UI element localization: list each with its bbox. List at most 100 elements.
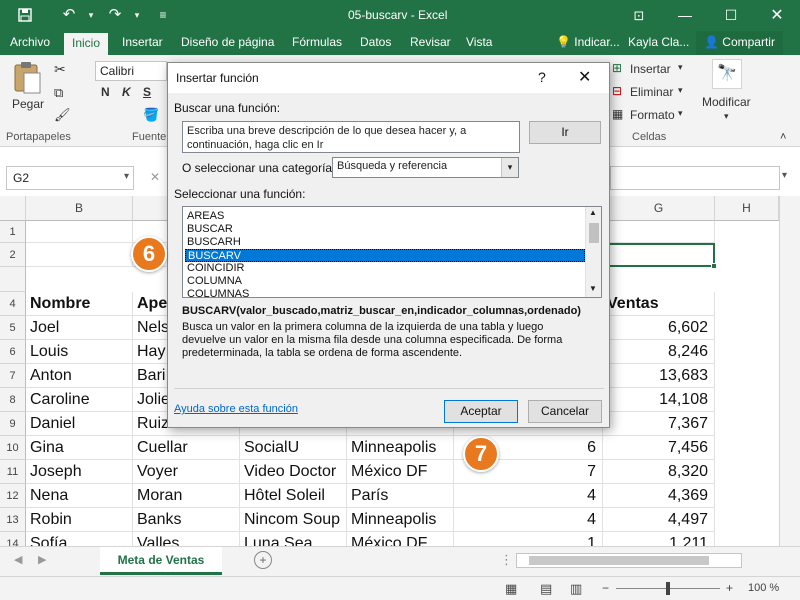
table-cell[interactable]: Robin [26, 508, 133, 532]
page-layout-view-icon[interactable]: ▤ [540, 581, 552, 597]
undo-icon[interactable]: ↶ [58, 4, 80, 26]
ribbon-display-icon[interactable]: ⊡ [616, 0, 662, 31]
table-cell[interactable]: México DF [347, 460, 454, 484]
new-sheet-icon[interactable]: + [254, 551, 272, 569]
table-cell[interactable]: 7,456 [603, 436, 715, 460]
row-header-8[interactable]: 8 [0, 388, 26, 412]
table-cell[interactable]: París [347, 484, 454, 508]
expand-formula-bar-icon[interactable]: ▾ [782, 170, 787, 181]
table-cell[interactable]: Joseph [26, 460, 133, 484]
dialog-close-icon[interactable]: ✕ [578, 67, 591, 87]
zoom-level[interactable]: 100 % [748, 582, 779, 594]
save-icon[interactable] [14, 4, 36, 26]
table-cell[interactable]: Nena [26, 484, 133, 508]
copy-icon[interactable]: ⧉ [54, 85, 63, 101]
formula-input[interactable] [610, 166, 780, 190]
italic-button[interactable]: K [122, 85, 131, 99]
scroll-up-icon[interactable]: ▲ [589, 208, 597, 217]
tab-split-icon[interactable]: ⋮ [500, 552, 513, 568]
scroll-down-icon[interactable]: ▼ [589, 284, 597, 293]
share-button[interactable]: 👤 Compartir [696, 31, 783, 55]
insert-cells-icon[interactable]: ⊞ [612, 61, 622, 75]
table-cell[interactable]: 1,211 [603, 532, 715, 546]
tab-formulas[interactable]: Fórmulas [284, 31, 350, 55]
binoculars-icon[interactable]: 🔭 [712, 59, 742, 89]
table-cell[interactable]: Luna Sea [240, 532, 347, 546]
go-button[interactable]: Ir [529, 121, 601, 144]
table-header-cell[interactable]: Nombre [26, 292, 133, 316]
table-cell[interactable]: 6,602 [603, 316, 715, 340]
row-header-13[interactable]: 13 [0, 508, 26, 532]
zoom-slider-thumb[interactable] [666, 582, 670, 595]
table-cell[interactable]: 4 [454, 484, 603, 508]
scroll-sheets-left-icon[interactable]: ◀ [14, 553, 22, 566]
ok-button[interactable]: Aceptar [444, 400, 518, 423]
insert-cells-button[interactable]: Insertar [630, 62, 671, 76]
tab-revisar[interactable]: Revisar [402, 31, 459, 55]
function-list-scroll-thumb[interactable] [589, 223, 599, 243]
function-list-item[interactable]: COLUMNA [185, 275, 585, 288]
close-icon[interactable]: ✕ [754, 0, 800, 31]
user-account[interactable]: Kayla Cla... [620, 31, 697, 55]
function-list-scrollbar[interactable]: ▲ ▼ [585, 207, 601, 297]
customize-quick-access-icon[interactable]: ≡ [152, 4, 174, 26]
dialog-help-icon[interactable]: ? [538, 69, 546, 85]
zoom-out-icon[interactable]: − [602, 581, 609, 595]
table-cell[interactable]: 7,367 [603, 412, 715, 436]
table-cell[interactable]: SocialU [240, 436, 347, 460]
table-cell[interactable]: 8,246 [603, 340, 715, 364]
font-name-box[interactable]: Calibri [95, 61, 167, 81]
row-header-14[interactable]: 14 [0, 532, 26, 546]
normal-view-icon[interactable]: ▦ [505, 581, 517, 597]
tab-diseno-pagina[interactable]: Diseño de página [173, 31, 282, 55]
column-header-b[interactable]: B [26, 196, 133, 221]
table-header-cell[interactable]: Ventas [603, 292, 715, 316]
table-cell[interactable]: Gina [26, 436, 133, 460]
select-all-corner[interactable] [0, 196, 26, 221]
row-header-6[interactable]: 6 [0, 340, 26, 364]
redo-icon[interactable]: ↷ [104, 4, 126, 26]
undo-dropdown-icon[interactable]: ▾ [80, 4, 102, 26]
row-header-1[interactable]: 1 [0, 221, 26, 243]
paste-label[interactable]: Pegar [12, 97, 44, 111]
table-cell[interactable]: Hôtel Soleil [240, 484, 347, 508]
row-header-10[interactable]: 10 [0, 436, 26, 460]
table-cell[interactable]: 4,497 [603, 508, 715, 532]
minimize-icon[interactable]: — [662, 0, 708, 31]
fill-color-icon[interactable]: 🪣 [143, 107, 159, 123]
function-list-item[interactable]: BUSCARH [185, 236, 585, 249]
modify-dropdown-icon[interactable]: ▾ [724, 111, 729, 122]
format-cells-dropdown-icon[interactable]: ▾ [678, 108, 683, 119]
table-cell[interactable]: Nincom Soup [240, 508, 347, 532]
column-header-g[interactable]: G [603, 196, 715, 221]
table-cell[interactable]: Daniel [26, 412, 133, 436]
vertical-scrollbar[interactable] [779, 196, 800, 546]
cancel-entry-icon[interactable]: ✕ [150, 170, 160, 184]
table-cell[interactable]: Joel [26, 316, 133, 340]
name-box-dropdown-icon[interactable]: ▾ [124, 171, 129, 182]
cell[interactable] [26, 221, 133, 243]
search-function-input[interactable]: Escriba una breve descripción de lo que … [182, 121, 520, 153]
name-box[interactable]: G2 ▾ [6, 166, 134, 190]
function-list-item[interactable]: BUSCARV [185, 249, 585, 262]
table-cell[interactable]: Moran [133, 484, 240, 508]
selected-cell-g2[interactable] [603, 243, 715, 267]
sheet-tab-meta-de-ventas[interactable]: Meta de Ventas [100, 547, 222, 575]
table-cell[interactable]: Banks [133, 508, 240, 532]
cell[interactable] [26, 243, 133, 267]
zoom-in-icon[interactable]: + [726, 581, 733, 595]
redo-dropdown-icon[interactable]: ▾ [126, 4, 148, 26]
table-cell[interactable]: 8,320 [603, 460, 715, 484]
table-cell[interactable]: Voyer [133, 460, 240, 484]
row-header-7[interactable]: 7 [0, 364, 26, 388]
column-header-h[interactable]: H [715, 196, 779, 221]
category-dropdown-icon[interactable]: ▾ [501, 158, 518, 177]
underline-button[interactable]: S [143, 85, 151, 99]
function-list-item[interactable]: COLUMNAS [185, 288, 585, 297]
table-cell[interactable]: Caroline [26, 388, 133, 412]
category-select[interactable]: Búsqueda y referencia ▾ [332, 157, 519, 178]
tab-insertar[interactable]: Insertar [114, 31, 171, 55]
table-cell[interactable]: Valles [133, 532, 240, 546]
table-cell[interactable]: 14,108 [603, 388, 715, 412]
table-cell[interactable]: Minneapolis [347, 436, 454, 460]
